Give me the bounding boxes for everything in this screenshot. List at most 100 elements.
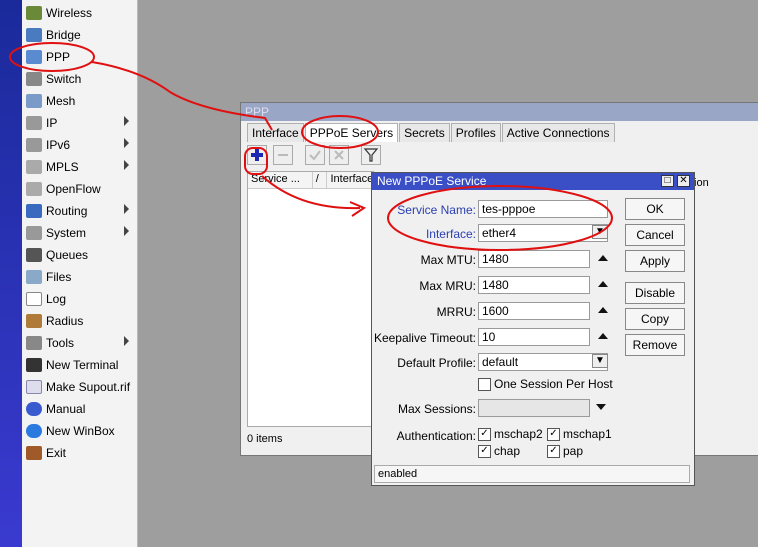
sidebar-item-queues[interactable]: Queues bbox=[22, 244, 137, 266]
interface-dropdown-icon[interactable]: ▼ bbox=[592, 225, 608, 239]
ok-button[interactable]: OK bbox=[625, 198, 685, 220]
max-mtu-row: Max MTU: 1480 bbox=[372, 250, 612, 270]
collapse-arrow-icon[interactable] bbox=[598, 255, 608, 261]
maximize-icon[interactable]: □ bbox=[661, 175, 674, 187]
sidebar-item-openflow[interactable]: OpenFlow bbox=[22, 178, 137, 200]
sidebar-item-new-winbox[interactable]: New WinBox bbox=[22, 420, 137, 442]
sidebar-item-exit[interactable]: Exit bbox=[22, 442, 137, 464]
max-mtu-field[interactable]: 1480 bbox=[478, 250, 590, 268]
one-session-checkbox-row[interactable]: One Session Per Host bbox=[478, 377, 613, 392]
column-service[interactable]: Service ... bbox=[248, 172, 313, 188]
keepalive-label: Keepalive Timeout: bbox=[373, 331, 476, 345]
remove-button[interactable] bbox=[273, 145, 293, 165]
auth-chap-label: chap bbox=[494, 444, 521, 458]
tab-secrets[interactable]: Secrets bbox=[399, 123, 450, 142]
mrru-label: MRRU: bbox=[436, 305, 476, 319]
service-name-field[interactable]: tes-pppoe bbox=[478, 200, 608, 218]
close-icon[interactable]: ✕ bbox=[677, 175, 690, 187]
dialog-title-text: New PPPoE Service bbox=[377, 174, 487, 188]
one-session-checkbox[interactable] bbox=[478, 378, 491, 392]
auth-mschap2[interactable]: ✓ mschap2 bbox=[478, 427, 543, 442]
supout-icon bbox=[26, 380, 42, 394]
sidebar-item-system[interactable]: System bbox=[22, 222, 137, 244]
apply-button[interactable]: Apply bbox=[625, 250, 685, 272]
keepalive-row: Keepalive Timeout: 10 bbox=[372, 328, 612, 348]
mrru-field[interactable]: 1600 bbox=[478, 302, 590, 320]
enable-button[interactable] bbox=[305, 145, 325, 165]
profile-dropdown-icon[interactable]: ▼ bbox=[592, 354, 608, 368]
auth-chap[interactable]: ✓ chap bbox=[478, 444, 521, 459]
check-icon[interactable]: ✓ bbox=[547, 428, 560, 442]
auth-mschap2-label: mschap2 bbox=[494, 427, 543, 441]
submenu-arrow-icon bbox=[124, 336, 129, 346]
sidebar-item-files[interactable]: Files bbox=[22, 266, 137, 288]
tab-active-connections[interactable]: Active Connections bbox=[501, 123, 615, 142]
wireless-icon bbox=[26, 6, 42, 20]
mpls-icon bbox=[26, 160, 42, 174]
sidebar-item-ppp[interactable]: PPP bbox=[22, 46, 137, 68]
sidebar-item-log[interactable]: Log bbox=[22, 288, 137, 310]
column-sort[interactable]: / bbox=[313, 172, 328, 188]
server-list[interactable]: Service ... / Interface bbox=[247, 171, 374, 427]
tab-profiles[interactable]: Profiles bbox=[450, 123, 501, 142]
tab-pppoe-servers[interactable]: PPPoE Servers bbox=[304, 123, 399, 142]
check-icon[interactable]: ✓ bbox=[478, 428, 491, 442]
service-name-row: Service Name: tes-pppoe bbox=[372, 200, 612, 220]
auth-mschap1[interactable]: ✓ mschap1 bbox=[547, 427, 612, 442]
sidebar-item-wireless[interactable]: Wireless bbox=[22, 2, 137, 24]
disable-button[interactable]: Disable bbox=[625, 282, 685, 304]
interface-row: Interface: ether4 ▼ bbox=[372, 224, 612, 244]
sidebar-item-make-supout[interactable]: Make Supout.rif bbox=[22, 376, 137, 398]
check-icon[interactable]: ✓ bbox=[547, 445, 560, 459]
column-interface[interactable]: Interface bbox=[327, 172, 373, 188]
tab-interface[interactable]: Interface bbox=[247, 123, 304, 142]
cancel-button[interactable]: Cancel bbox=[625, 224, 685, 246]
keepalive-field[interactable]: 10 bbox=[478, 328, 590, 346]
exit-icon bbox=[26, 446, 42, 460]
default-profile-select[interactable]: default bbox=[478, 353, 608, 371]
auth-pap[interactable]: ✓ pap bbox=[547, 444, 583, 459]
expand-arrow-icon[interactable] bbox=[596, 404, 606, 410]
ipv6-icon bbox=[26, 138, 42, 152]
collapse-arrow-icon[interactable] bbox=[598, 307, 608, 313]
sidebar-item-new-terminal[interactable]: New Terminal bbox=[22, 354, 137, 376]
sidebar-item-manual[interactable]: Manual bbox=[22, 398, 137, 420]
disable-button[interactable] bbox=[329, 145, 349, 165]
files-icon bbox=[26, 270, 42, 284]
sidebar-item-ipv6[interactable]: IPv6 bbox=[22, 134, 137, 156]
sidebar-item-mpls[interactable]: MPLS bbox=[22, 156, 137, 178]
switch-icon bbox=[26, 72, 42, 86]
ip-icon bbox=[26, 116, 42, 130]
tools-icon bbox=[26, 336, 42, 350]
dialog-title: New PPPoE Service □ ✕ bbox=[372, 173, 694, 190]
interface-select[interactable]: ether4 bbox=[478, 224, 608, 242]
copy-button[interactable]: Copy bbox=[625, 308, 685, 330]
sidebar-item-bridge[interactable]: Bridge bbox=[22, 24, 137, 46]
sidebar-item-tools[interactable]: Tools bbox=[22, 332, 137, 354]
collapse-arrow-icon[interactable] bbox=[598, 333, 608, 339]
max-sessions-field[interactable] bbox=[478, 399, 590, 417]
filter-button[interactable] bbox=[361, 145, 381, 165]
sidebar-item-mesh[interactable]: Mesh bbox=[22, 90, 137, 112]
collapse-arrow-icon[interactable] bbox=[598, 281, 608, 287]
sidebar-item-switch[interactable]: Switch bbox=[22, 68, 137, 90]
check-icon[interactable]: ✓ bbox=[478, 445, 491, 459]
submenu-arrow-icon bbox=[124, 160, 129, 170]
interface-label: Interface: bbox=[425, 227, 476, 241]
routing-icon bbox=[26, 204, 42, 218]
winbox-icon bbox=[26, 424, 42, 438]
remove-button[interactable]: Remove bbox=[625, 334, 685, 356]
ppp-icon bbox=[26, 50, 42, 64]
max-mru-field[interactable]: 1480 bbox=[478, 276, 590, 294]
check-icon bbox=[309, 150, 321, 161]
sidebar-item-routing[interactable]: Routing bbox=[22, 200, 137, 222]
add-button[interactable] bbox=[247, 145, 267, 165]
sidebar-item-radius[interactable]: Radius bbox=[22, 310, 137, 332]
mesh-icon bbox=[26, 94, 42, 108]
sidebar-item-ip[interactable]: IP bbox=[22, 112, 137, 134]
max-mru-row: Max MRU: 1480 bbox=[372, 276, 612, 296]
max-sessions-row: Max Sessions: bbox=[372, 399, 612, 419]
cross-icon bbox=[334, 150, 344, 160]
new-pppoe-service-dialog: New PPPoE Service □ ✕ Service Name: tes-… bbox=[371, 172, 695, 486]
tab-bar: Interface PPPoE Servers Secrets Profiles… bbox=[247, 123, 616, 143]
